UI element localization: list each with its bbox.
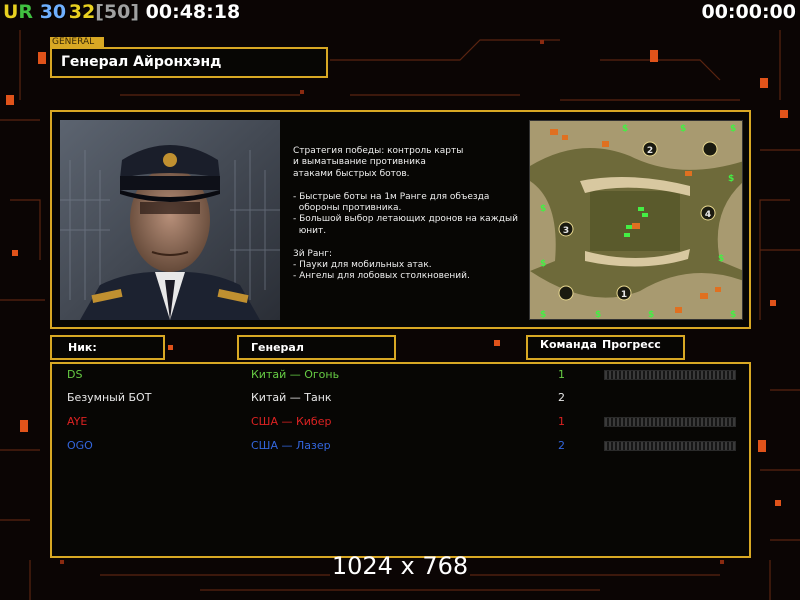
resource-marker: $ <box>595 310 601 320</box>
player-nick: Безумный БОТ <box>67 391 152 404</box>
description-line: - Ангелы для лобовых столкновений. <box>293 271 470 282</box>
hud-elapsed: 00:48:18 <box>145 1 241 23</box>
description-line: обороны противника. <box>293 203 402 214</box>
resource-marker: $ <box>540 259 546 269</box>
fps-counter: UR 30 32[50] 00:48:18 <box>3 1 240 23</box>
column-header-team-progress: Команда Прогресс <box>526 335 685 360</box>
column-header-nick: Ник: <box>50 335 165 360</box>
resource-marker: $ <box>540 310 546 320</box>
description-line: атаками быстрых ботов. <box>293 168 410 179</box>
resolution-label: 1024 x 768 <box>331 552 469 580</box>
resource-marker: $ <box>728 174 734 184</box>
map-preview[interactable]: 1 2 3 4 $ $ $ $ $ $ $ $ $ $ $ <box>529 120 743 320</box>
description-line: - Большой выбор летающих дронов на кажды… <box>293 214 518 225</box>
resource-marker: $ <box>730 124 736 134</box>
resource-marker: $ <box>540 204 546 214</box>
player-general: США — Кибер <box>251 415 332 428</box>
player-general: Китай — Танк <box>251 391 332 404</box>
resource-marker: $ <box>622 124 628 134</box>
column-header-team: Команда <box>540 338 597 351</box>
description-line: - Пауки для мобильных атак. <box>293 260 432 271</box>
spawn-label: 2 <box>647 146 653 156</box>
hud-fps-cap: [50] <box>95 1 140 23</box>
player-progress-bar <box>604 370 736 380</box>
description-line: Стратегия победы: контроль карты <box>293 146 464 156</box>
player-team: 2 <box>558 391 565 404</box>
player-general: США — Лазер <box>251 439 331 452</box>
spawn-label: 3 <box>563 226 569 236</box>
player-nick: AYE <box>67 415 88 428</box>
resource-marker: $ <box>680 124 686 134</box>
general-title-box: Генерал Айронхэнд <box>50 47 328 78</box>
player-team: 1 <box>558 368 565 381</box>
player-nick: OGO <box>67 439 93 452</box>
resource-marker: $ <box>718 254 724 264</box>
general-description: Стратегия победы: контроль карты и вымат… <box>293 146 533 283</box>
player-team: 1 <box>558 415 565 428</box>
resource-marker: $ <box>648 310 654 320</box>
general-info-panel: Стратегия победы: контроль карты и вымат… <box>50 110 751 329</box>
player-row: OGO США — Лазер 2 <box>52 439 752 457</box>
spawn-label: 4 <box>705 210 711 220</box>
column-header-general: Генерал <box>237 335 396 360</box>
description-line: и выматывание противника <box>293 157 426 168</box>
spawn-label: 1 <box>621 290 627 300</box>
resource-marker: $ <box>730 310 736 320</box>
player-progress-bar <box>604 417 736 427</box>
description-line: - Быстрые боты на 1м Ранге для объезда <box>293 191 490 202</box>
hud-prefix: UR <box>3 1 34 23</box>
player-progress-bar <box>604 441 736 451</box>
column-header-progress: Прогресс <box>602 338 661 351</box>
player-team: 2 <box>558 439 565 452</box>
description-line: 3й Ранг: <box>293 248 333 259</box>
player-row: DS Китай — Огонь 1 <box>52 368 752 386</box>
hud-fps: 30 <box>39 1 67 23</box>
general-portrait <box>60 120 280 320</box>
player-row: AYE США — Кибер 1 <box>52 415 752 433</box>
hud-fps-current: 32 <box>68 1 96 23</box>
description-line: юнит. <box>293 225 327 236</box>
description-line <box>293 180 533 191</box>
player-nick: DS <box>67 368 83 381</box>
description-line <box>293 237 533 248</box>
general-name: Генерал Айронхэнд <box>61 54 222 70</box>
player-row: Безумный БОТ Китай — Танк 2 <box>52 391 752 409</box>
player-general: Китай — Огонь <box>251 368 340 381</box>
player-list: DS Китай — Огонь 1 Безумный БОТ Китай — … <box>50 362 751 558</box>
game-timer: 00:00:00 <box>701 1 796 23</box>
